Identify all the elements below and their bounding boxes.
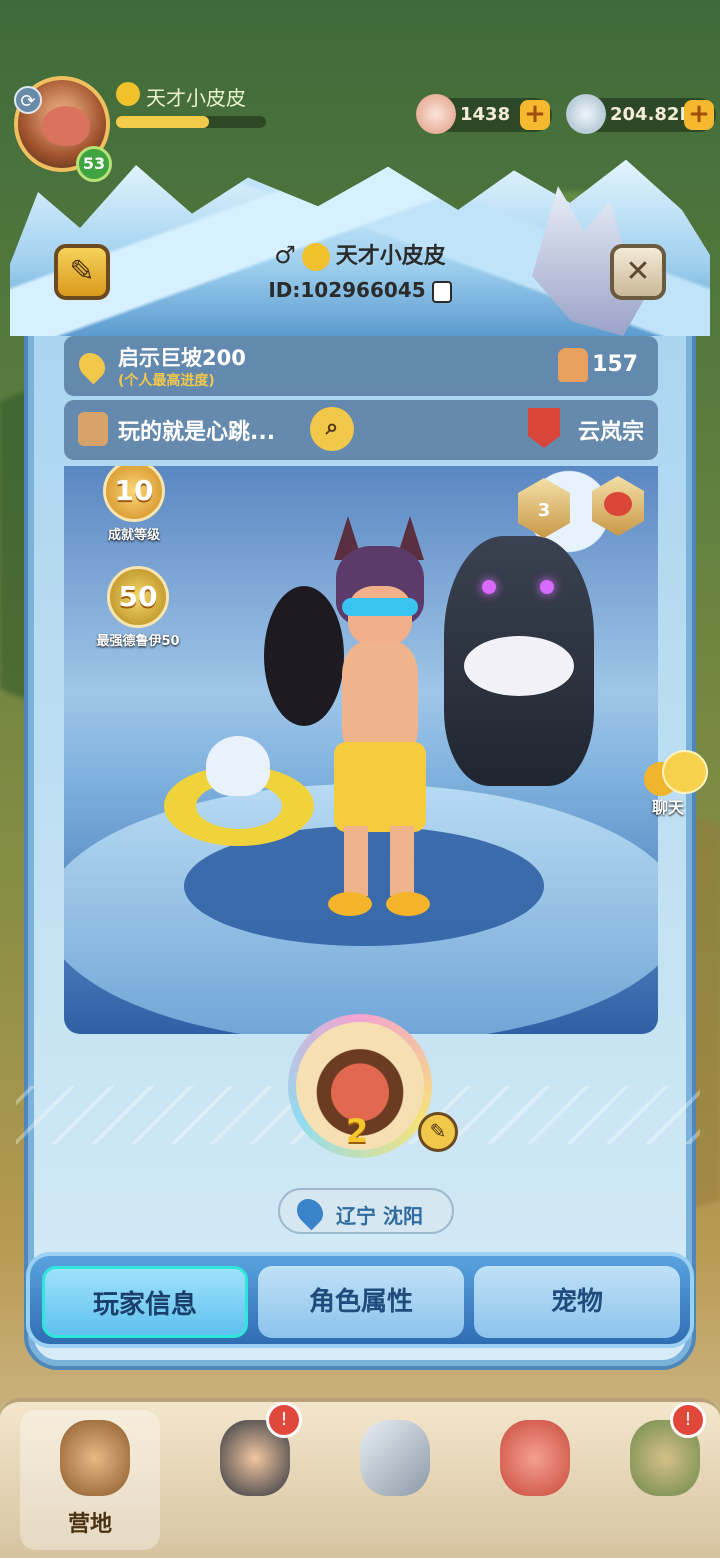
tab-character-attributes[interactable]: 角色属性	[258, 1266, 464, 1338]
add-stone-button[interactable]: +	[684, 100, 714, 130]
face	[348, 586, 412, 646]
smiley-icon	[301, 243, 330, 271]
wolf-pet	[444, 536, 594, 786]
refresh-icon[interactable]: ⟳	[14, 86, 42, 114]
pencil-icon[interactable]: ✎	[418, 1112, 458, 1152]
progress-subtitle: (个人最高进度)	[118, 373, 215, 389]
clan-banner-icon	[528, 408, 560, 448]
tab-player-info[interactable]: 玩家信息	[42, 1266, 248, 1338]
signature-icon	[78, 412, 108, 446]
wolf-eye	[482, 580, 496, 594]
player-character	[314, 516, 444, 926]
character-scene: 10 成就等级 50 最强德鲁伊50 3	[64, 466, 658, 1034]
smiley-icon	[116, 82, 140, 106]
profile-title: ♂ 天才小皮皮	[18, 238, 702, 271]
hud-player-name: 天才小皮皮	[146, 86, 246, 110]
wolf-eye	[540, 580, 554, 594]
male-icon: ♂	[274, 241, 296, 269]
leg	[390, 826, 414, 896]
nav-camp[interactable]: 营地	[20, 1410, 160, 1550]
sandal	[328, 892, 372, 916]
tab-pets[interactable]: 宠物	[474, 1266, 680, 1338]
bell-icon: !	[670, 1402, 706, 1438]
flex-arm-icon	[558, 348, 588, 382]
bell-icon: !	[266, 1402, 302, 1438]
sandal	[386, 892, 430, 916]
progress-title: 启示巨坡200	[118, 346, 246, 370]
nav-pet[interactable]	[470, 1410, 590, 1550]
location-chip[interactable]: 辽宁 沈阳	[278, 1188, 454, 1234]
copy-icon[interactable]	[431, 280, 452, 303]
signature-text: 玩的就是心跳...	[118, 420, 276, 445]
chat-bubble-icon	[662, 750, 708, 794]
achievement-level: 10	[103, 466, 165, 522]
pet-icon	[500, 1420, 570, 1496]
stone-currency: 204.82M +	[566, 94, 716, 134]
bottom-nav: 营地	[0, 1398, 720, 1558]
leg	[344, 826, 368, 896]
wolf-mane	[464, 636, 574, 696]
profile-name: 天才小皮皮	[335, 244, 446, 269]
weapon-icon	[360, 1420, 430, 1496]
pet-portrait[interactable]: 2	[288, 1014, 432, 1158]
shorts	[334, 742, 426, 832]
location-pin-icon	[291, 1193, 329, 1231]
shell-amount: 1438	[460, 104, 511, 125]
title-label: 最强德鲁伊50	[96, 634, 180, 649]
seal-pet	[206, 736, 270, 796]
location-pin-icon	[73, 347, 111, 385]
player-id-text: ID:102966045	[268, 278, 426, 302]
strength-value: 157	[592, 352, 638, 377]
pet-level: 2	[346, 1112, 369, 1150]
clan-name[interactable]: 云岚宗	[578, 414, 644, 446]
boar-icon	[42, 106, 90, 146]
nav-weapon[interactable]	[330, 1410, 450, 1550]
shell-currency: 1438 +	[416, 94, 552, 134]
chat-label: 聊天	[652, 798, 685, 817]
nav-camp-label: 营地	[67, 1512, 112, 1537]
search-icon[interactable]: ⌕	[310, 407, 354, 451]
goggles	[342, 598, 418, 616]
stone-icon	[566, 94, 606, 134]
torso	[342, 642, 418, 752]
shell-icon	[416, 94, 456, 134]
title-level: 50	[107, 566, 169, 628]
player-id: ID:102966045	[18, 278, 702, 303]
location-text: 辽宁 沈阳	[336, 1204, 423, 1228]
xp-bar-fill	[116, 116, 209, 128]
camp-icon	[60, 1420, 130, 1496]
profile-tabs: 玩家信息 角色属性 宠物	[26, 1252, 694, 1348]
progress-bar-row: 启示巨坡200 (个人最高进度) 157	[64, 336, 658, 396]
achievement-badge[interactable]: 10 成就等级	[94, 466, 174, 543]
achievement-label: 成就等级	[107, 528, 160, 543]
title-badge[interactable]: 50 最强德鲁伊50	[86, 566, 190, 649]
xp-bar	[116, 116, 266, 128]
signature-row: 玩的就是心跳... ⌕ 云岚宗	[64, 400, 658, 460]
add-shell-button[interactable]: +	[520, 100, 550, 130]
chat-button[interactable]: 聊天	[638, 748, 712, 818]
